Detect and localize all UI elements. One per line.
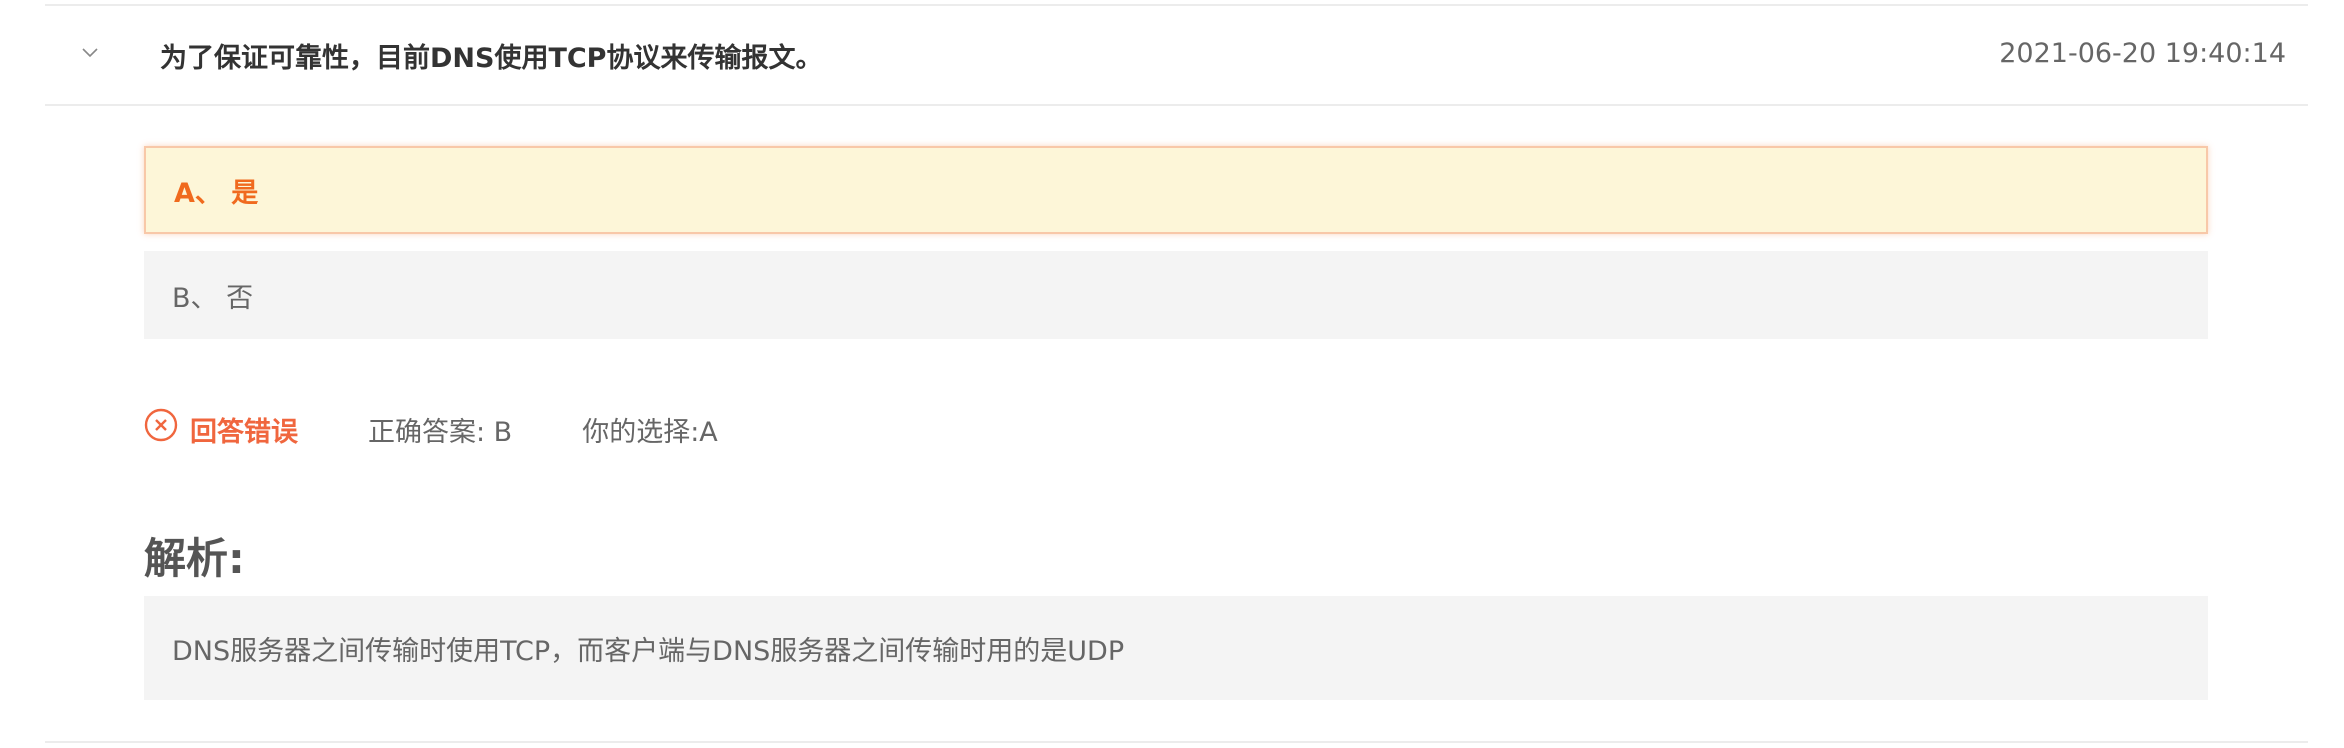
- option-b[interactable]: B、 否: [144, 251, 2208, 339]
- question-header[interactable]: 为了保证可靠性，目前DNS使用TCP协议来传输报文。 2021-06-20 19…: [45, 6, 2308, 106]
- result-row: 回答错误 正确答案: B 你的选择:A: [144, 404, 718, 454]
- correct-answer-text: 正确答案: B: [368, 416, 513, 448]
- bottom-divider: [45, 741, 2308, 743]
- option-a-label: A、 是: [174, 177, 259, 209]
- analysis-text: DNS服务器之间传输时使用TCP，而客户端与DNS服务器之间传输时用的是UDP: [172, 635, 1125, 667]
- question-text: 为了保证可靠性，目前DNS使用TCP协议来传输报文。: [160, 43, 823, 74]
- wrong-answer-label: 回答错误: [190, 416, 298, 448]
- analysis-title: 解析:: [144, 534, 245, 583]
- your-choice-text: 你的选择:A: [582, 416, 718, 448]
- option-b-label: B、 否: [172, 282, 254, 314]
- option-a[interactable]: A、 是: [144, 146, 2208, 234]
- question-timestamp: 2021-06-20 19:40:14: [1999, 38, 2286, 69]
- analysis-box: DNS服务器之间传输时使用TCP，而客户端与DNS服务器之间传输时用的是UDP: [144, 596, 2208, 700]
- question-review-page: 为了保证可靠性，目前DNS使用TCP协议来传输报文。 2021-06-20 19…: [0, 0, 2344, 748]
- circle-x-icon: [144, 408, 178, 442]
- chevron-down-icon[interactable]: [81, 44, 99, 62]
